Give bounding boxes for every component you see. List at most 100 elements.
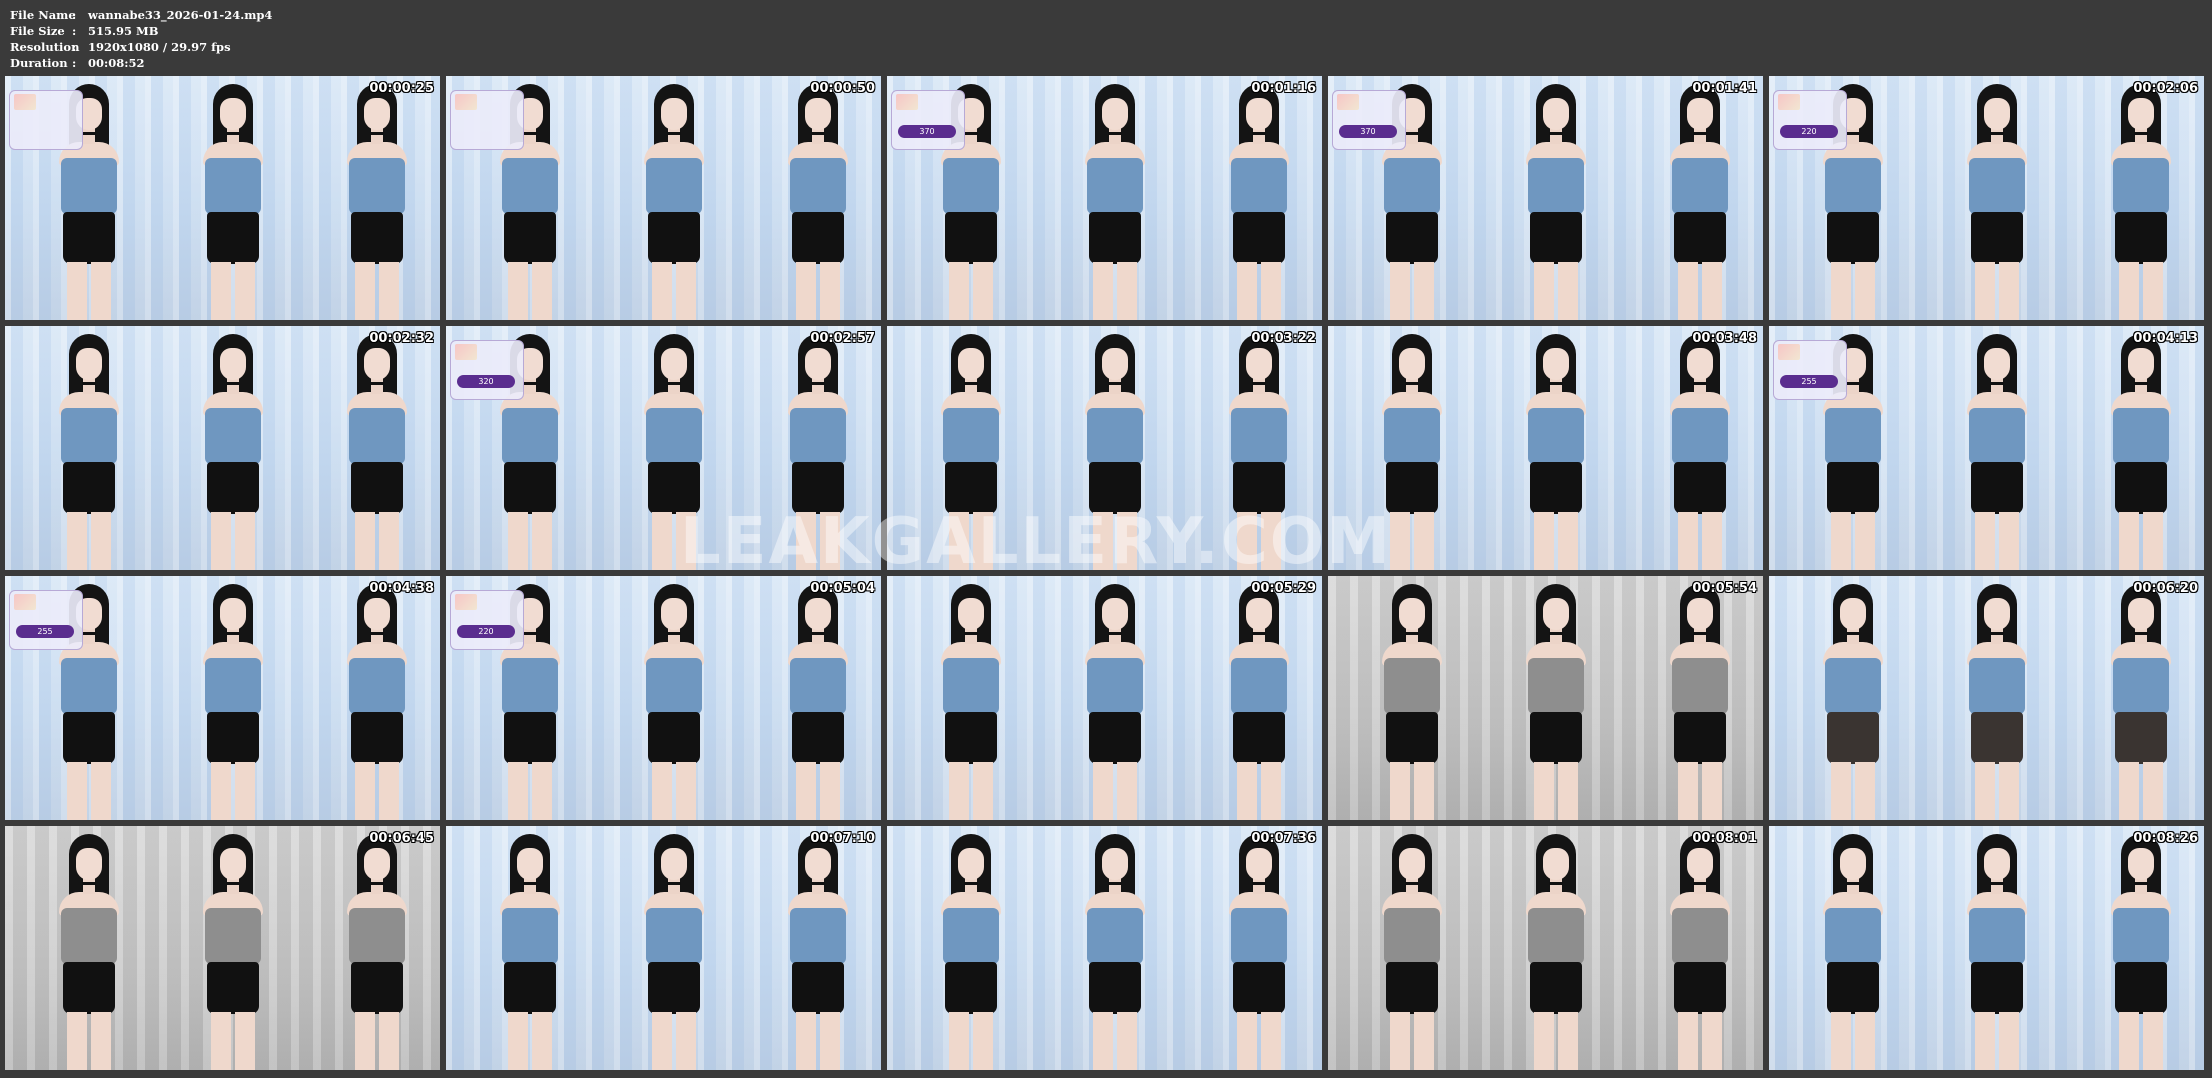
figure-top: [790, 158, 846, 214]
video-thumbnail[interactable]: 00:05:54: [1328, 576, 1763, 820]
figure-choker: [1693, 132, 1707, 135]
figure-legs: [211, 512, 255, 570]
person-figure: [1213, 834, 1305, 1070]
figure-top: [1087, 658, 1143, 714]
video-thumbnail[interactable]: 255 00:04:13: [1769, 326, 2204, 570]
video-thumbnail[interactable]: 255 00:04:38: [5, 576, 440, 820]
overlay-avatar-icon: [455, 594, 477, 610]
figure-legs: [2119, 512, 2163, 570]
figure-skirt: [1827, 712, 1879, 764]
person-figure: [1213, 584, 1305, 820]
figure-face: [220, 598, 246, 630]
figure-top: [61, 908, 117, 964]
video-thumbnail[interactable]: 00:08:01: [1328, 826, 1763, 1070]
thumbnail-timestamp: 00:02:06: [2133, 81, 2198, 96]
figure-choker: [2134, 132, 2148, 135]
figure-top: [502, 908, 558, 964]
figure-choker: [964, 882, 978, 885]
video-thumbnail[interactable]: 00:06:20: [1769, 576, 2204, 820]
figure-face: [1543, 848, 1569, 880]
figure-skirt: [945, 962, 997, 1014]
figure-top: [1969, 158, 2025, 214]
figure-skirt: [207, 462, 259, 514]
figure-neck: [812, 128, 824, 144]
stream-overlay-widget: 370: [1332, 90, 1406, 150]
person-figure: [2095, 834, 2187, 1070]
video-thumbnail[interactable]: 00:05:29: [887, 576, 1322, 820]
person-figure: [1951, 84, 2043, 320]
figure-neck: [1991, 878, 2003, 894]
figure-top: [1087, 158, 1143, 214]
file-size-label: File Size: [10, 24, 65, 38]
figure-skirt: [1386, 212, 1438, 264]
figure-choker: [667, 632, 681, 635]
figure-choker: [1108, 382, 1122, 385]
video-thumbnail[interactable]: 220 00:05:04: [446, 576, 881, 820]
video-thumbnail[interactable]: 00:07:36: [887, 826, 1322, 1070]
figure-neck: [83, 878, 95, 894]
figure-neck: [1550, 378, 1562, 394]
figure-top: [1528, 158, 1584, 214]
person-figure: [1510, 334, 1602, 570]
video-thumbnail[interactable]: 00:03:48: [1328, 326, 1763, 570]
figure-neck: [2135, 878, 2147, 894]
figure-face: [805, 98, 831, 130]
figure-skirt: [63, 712, 115, 764]
figure-skirt: [1089, 962, 1141, 1014]
figure-top: [943, 658, 999, 714]
figure-top: [1672, 158, 1728, 214]
stream-overlay-widget: 220: [1773, 90, 1847, 150]
figure-skirt: [1089, 712, 1141, 764]
video-thumbnail[interactable]: 00:07:10: [446, 826, 881, 1070]
video-thumbnail[interactable]: 00:02:32: [5, 326, 440, 570]
figure-skirt: [1233, 712, 1285, 764]
person-figure: [628, 584, 720, 820]
figure-top: [205, 908, 261, 964]
video-thumbnail[interactable]: 220 00:02:06: [1769, 76, 2204, 320]
figure-face: [76, 348, 102, 380]
figure-choker: [1549, 132, 1563, 135]
thumbnail-timestamp: 00:01:16: [1251, 81, 1316, 96]
video-thumbnail[interactable]: 00:06:45: [5, 826, 440, 1070]
figure-choker: [1990, 382, 2004, 385]
duration-row: Duration : 00:08:52: [10, 55, 272, 71]
person-figure: [925, 834, 1017, 1070]
figure-neck: [1847, 628, 1859, 644]
video-thumbnail[interactable]: 00:08:26: [1769, 826, 2204, 1070]
figure-face: [1687, 598, 1713, 630]
figure-face: [1246, 98, 1272, 130]
figure-legs: [1390, 262, 1434, 320]
figure-choker: [2134, 382, 2148, 385]
figure-neck: [1847, 378, 1859, 394]
figure-top: [1825, 908, 1881, 964]
figure-top: [1528, 408, 1584, 464]
figure-legs: [67, 1012, 111, 1070]
figure-skirt: [1827, 962, 1879, 1014]
figure-neck: [371, 378, 383, 394]
person-figure: [331, 834, 423, 1070]
figure-legs: [1237, 262, 1281, 320]
figure-skirt: [2115, 462, 2167, 514]
overlay-count: 255: [16, 625, 74, 638]
figure-top: [1231, 908, 1287, 964]
figure-face: [220, 848, 246, 880]
thumbnail-timestamp: 00:04:38: [369, 581, 434, 596]
overlay-count: 370: [898, 125, 956, 138]
video-thumbnail[interactable]: 00:00:25: [5, 76, 440, 320]
video-thumbnail[interactable]: 00:00:50: [446, 76, 881, 320]
figure-face: [805, 598, 831, 630]
figure-face: [1687, 348, 1713, 380]
figure-legs: [355, 262, 399, 320]
figure-neck: [2135, 378, 2147, 394]
figure-neck: [371, 878, 383, 894]
stream-overlay-widget: 220: [450, 590, 524, 650]
thumbnail-timestamp: 00:02:32: [369, 331, 434, 346]
figure-legs: [1678, 762, 1722, 820]
figure-top: [646, 658, 702, 714]
resolution-label: Resolution: [10, 40, 80, 54]
overlay-avatar-icon: [1337, 94, 1359, 110]
video-thumbnail[interactable]: 370 00:01:41: [1328, 76, 1763, 320]
figure-neck: [965, 878, 977, 894]
video-thumbnail[interactable]: 370 00:01:16: [887, 76, 1322, 320]
figure-neck: [524, 628, 536, 644]
